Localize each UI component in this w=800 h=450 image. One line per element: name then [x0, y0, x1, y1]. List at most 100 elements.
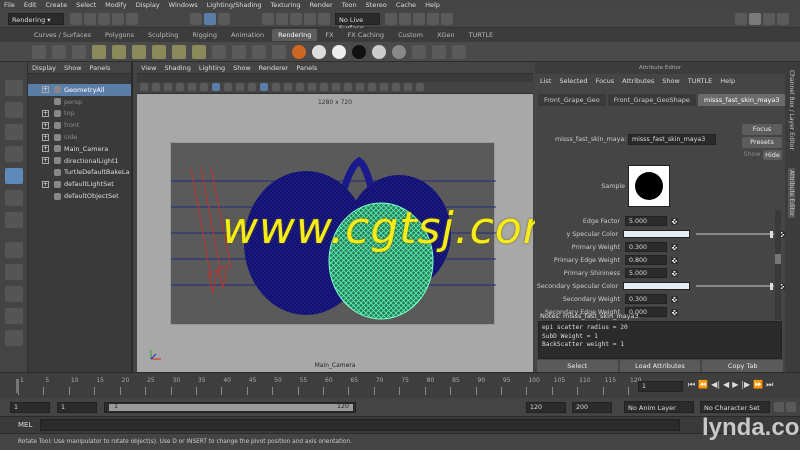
xray-components-icon[interactable]: [416, 83, 424, 91]
expand-icon[interactable]: +: [42, 86, 49, 94]
mel-label[interactable]: MEL: [18, 421, 32, 429]
outliner-item[interactable]: + directionalLight1: [28, 155, 131, 167]
persp-outliner-icon[interactable]: [4, 286, 23, 302]
attribute-editor-tab[interactable]: Attribute Editor: [788, 168, 795, 219]
start-time-field[interactable]: 1: [10, 402, 50, 413]
menu-help[interactable]: Help: [425, 1, 440, 9]
menu-toon[interactable]: Toon: [342, 1, 357, 9]
notes-textarea[interactable]: epi scatter radius = 20 SubD Weight = 1 Ba…: [538, 321, 782, 359]
shelf-tab-xgen[interactable]: XGen: [431, 29, 461, 41]
step-back-key-icon[interactable]: ⏪: [698, 380, 708, 390]
screen-space-ao-icon[interactable]: [332, 83, 340, 91]
gate-mask-icon[interactable]: [224, 83, 232, 91]
color-slider[interactable]: [695, 282, 775, 290]
snap-plane-icon[interactable]: [304, 13, 316, 25]
camera-attributes-icon[interactable]: [152, 83, 160, 91]
menu-select[interactable]: Select: [76, 1, 96, 9]
viewport-menu-lighting[interactable]: Lighting: [199, 64, 225, 72]
attribute-value-field[interactable]: 5.000: [625, 268, 667, 278]
image-plane-icon[interactable]: [176, 83, 184, 91]
point-light-icon[interactable]: [132, 45, 146, 59]
select-tool-icon[interactable]: [4, 80, 23, 96]
mel-input[interactable]: [40, 419, 680, 431]
safe-action-icon[interactable]: [248, 83, 256, 91]
camera-aim-icon[interactable]: [52, 45, 66, 59]
preferences-icon[interactable]: [786, 402, 796, 412]
wireframe-icon[interactable]: [260, 83, 268, 91]
show-button[interactable]: Show: [742, 150, 762, 160]
outliner-item[interactable]: + front: [28, 119, 131, 131]
snap-grid-icon[interactable]: [262, 13, 274, 25]
shelf-tab-fx[interactable]: FX: [319, 29, 339, 41]
color-slider[interactable]: [695, 230, 775, 238]
xray-joints-icon[interactable]: [404, 83, 412, 91]
attribute-value-field[interactable]: 0.300: [625, 242, 667, 252]
use-all-lights-icon[interactable]: [308, 83, 316, 91]
ae-menu-focus[interactable]: Focus: [596, 77, 615, 85]
attribute-value-field[interactable]: 0.300: [625, 294, 667, 304]
render-settings-icon[interactable]: [413, 13, 425, 25]
xray-icon[interactable]: [392, 83, 400, 91]
snap-curve-icon[interactable]: [276, 13, 288, 25]
area-light-icon[interactable]: [172, 45, 186, 59]
channel-box-icon[interactable]: [777, 13, 789, 25]
shelf-tab-fx-caching[interactable]: FX Caching: [342, 29, 391, 41]
directional-light-icon[interactable]: [112, 45, 126, 59]
load-attributes-button[interactable]: Load Attributes: [619, 360, 701, 372]
presets-button[interactable]: Presets: [742, 137, 782, 148]
current-frame-field[interactable]: 1: [638, 381, 683, 392]
outliner-item[interactable]: + defaultLightSet: [28, 178, 131, 190]
menu-texturing[interactable]: Texturing: [271, 1, 301, 9]
camera-icon[interactable]: [441, 13, 453, 25]
shelf-tab-animation[interactable]: Animation: [225, 29, 270, 41]
outliner-menu-show[interactable]: Show: [64, 64, 82, 72]
ae-menu-show[interactable]: Show: [662, 77, 680, 85]
snap-surface-icon[interactable]: [318, 13, 330, 25]
camera-aim-up-icon[interactable]: [72, 45, 86, 59]
attribute-value-field[interactable]: 0.800: [625, 255, 667, 265]
wireframe-on-shaded-icon[interactable]: [284, 83, 292, 91]
antialias-icon[interactable]: [356, 83, 364, 91]
expand-icon[interactable]: +: [42, 109, 49, 117]
outliner-item[interactable]: + side: [28, 131, 131, 143]
lambert-ball-icon[interactable]: [332, 45, 346, 59]
map-button-icon[interactable]: [671, 256, 678, 264]
spot-light-icon[interactable]: [152, 45, 166, 59]
depth-of-field-icon[interactable]: [368, 83, 376, 91]
shelf-tab-turtle[interactable]: TURTLE: [463, 29, 499, 41]
hypershade-icon[interactable]: [427, 13, 439, 25]
motion-blur-icon[interactable]: [344, 83, 352, 91]
color-swatch[interactable]: [623, 230, 690, 238]
shelf-tab-custom[interactable]: Custom: [392, 29, 429, 41]
ae-tab[interactable]: Front_Grape_GeoShape: [607, 94, 696, 106]
ray-trace-icon[interactable]: [452, 45, 466, 59]
paint-select-tool-icon[interactable]: [4, 124, 23, 140]
single-view-icon[interactable]: [4, 242, 23, 258]
menu-display[interactable]: Display: [136, 1, 160, 9]
tool-settings-icon[interactable]: [763, 13, 775, 25]
camera-icon[interactable]: [32, 45, 46, 59]
ae-tab[interactable]: Front_Grape_Geo: [538, 94, 606, 106]
anim-layer-dropdown[interactable]: No Anim Layer: [624, 401, 694, 413]
select-hierarchy-icon[interactable]: [190, 13, 202, 25]
ae-menu-list[interactable]: List: [540, 77, 551, 85]
textured-icon[interactable]: [296, 83, 304, 91]
open-scene-icon[interactable]: [84, 13, 96, 25]
playback-start-field[interactable]: 1: [57, 402, 97, 413]
key-icon[interactable]: [774, 402, 784, 412]
menu-file[interactable]: File: [4, 1, 15, 9]
go-to-end-icon[interactable]: ⏭: [766, 380, 773, 390]
step-forward-key-icon[interactable]: ⏩: [753, 380, 763, 390]
render-frame-icon[interactable]: [385, 13, 397, 25]
menuset-dropdown[interactable]: Rendering ▾: [8, 13, 64, 25]
last-tool-icon[interactable]: [4, 212, 23, 228]
light-linking-icon[interactable]: [412, 45, 426, 59]
outliner-menu-display[interactable]: Display: [32, 64, 56, 72]
menu-lighting-shading[interactable]: Lighting/Shading: [207, 1, 262, 9]
time-slider[interactable]: 1 5 10 15 20 25 30 35 40 45 50 55 60 65 70 75 80 85 90 95 10…: [0, 372, 800, 398]
surface-shader-ball-icon[interactable]: [352, 45, 366, 59]
attribute-editor-icon[interactable]: [749, 13, 761, 25]
attribute-scrollbar[interactable]: [775, 210, 781, 320]
move-tool-icon[interactable]: [4, 146, 23, 162]
volume-light-icon[interactable]: [192, 45, 206, 59]
